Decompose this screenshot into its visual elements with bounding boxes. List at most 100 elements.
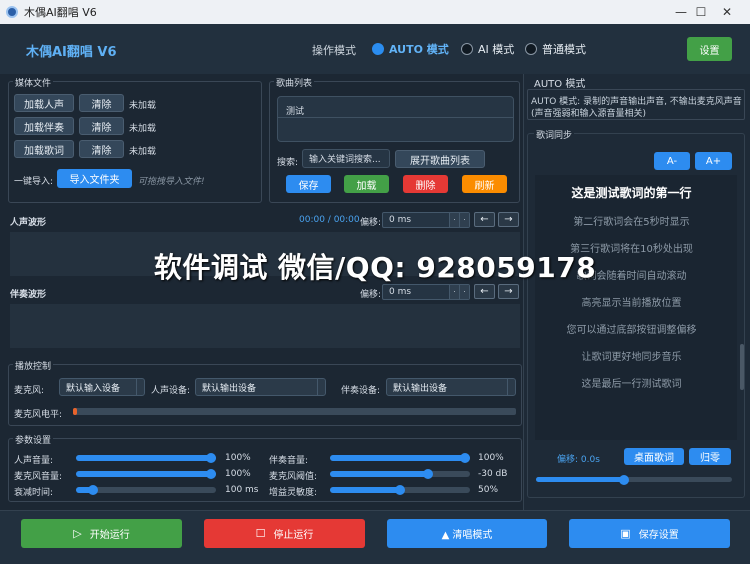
window-title: 木偶AI翻唱 V6 bbox=[24, 6, 97, 19]
load-vocal-button[interactable]: 加载人声 bbox=[14, 94, 74, 112]
font-increase-button[interactable]: A+ bbox=[695, 152, 732, 170]
group-title: 歌曲列表 bbox=[274, 76, 315, 89]
stop-button-label: 停止运行 bbox=[273, 530, 314, 541]
start-button-label: 开始运行 bbox=[89, 530, 130, 541]
clear-vocal-button[interactable]: 清除 bbox=[79, 94, 124, 112]
mode-radio-ai[interactable]: AI 模式 bbox=[461, 41, 514, 57]
accomp-volume-slider[interactable] bbox=[330, 453, 470, 463]
accomp-next-button[interactable]: → bbox=[498, 284, 519, 299]
play-icon: ▷ bbox=[73, 527, 82, 540]
mic-select[interactable]: 默认输入设备 bbox=[59, 378, 145, 396]
accomp-waveform[interactable] bbox=[10, 304, 520, 348]
spin-up-icon[interactable]: · bbox=[459, 285, 469, 299]
mic-volume-slider[interactable] bbox=[76, 469, 216, 479]
song-list-box[interactable]: 测试 bbox=[277, 96, 514, 142]
lyric-offset-slider[interactable] bbox=[536, 475, 732, 485]
select-value: 默认输出设备 bbox=[202, 383, 257, 394]
vocal-next-button[interactable]: → bbox=[498, 212, 519, 227]
clear-lyrics-button[interactable]: 清除 bbox=[79, 140, 124, 158]
mode-radio-normal[interactable]: 普通模式 bbox=[525, 41, 586, 57]
load-lyrics-button[interactable]: 加载歌词 bbox=[14, 140, 74, 158]
accomp-offset-label: 偏移: bbox=[360, 290, 382, 300]
song-list-item[interactable]: 测试 bbox=[286, 104, 304, 117]
lyrics-status: 未加载 bbox=[129, 147, 157, 157]
delete-song-button[interactable]: 删除 bbox=[403, 175, 448, 193]
mic-level-label: 麦克风电平: bbox=[14, 410, 63, 420]
accomp-status: 未加载 bbox=[129, 124, 157, 134]
load-accomp-button[interactable]: 加载伴奏 bbox=[14, 117, 74, 135]
start-button[interactable]: ▷ 开始运行 bbox=[21, 519, 182, 548]
mic-level-fill bbox=[73, 408, 78, 415]
settings-button[interactable]: 设置 bbox=[687, 37, 732, 61]
mic-threshold-slider[interactable] bbox=[330, 469, 470, 479]
param-value: 100% bbox=[225, 453, 251, 463]
slider-handle[interactable] bbox=[395, 485, 405, 495]
stop-icon: ☐ bbox=[255, 527, 266, 540]
group-title: 参数设置 bbox=[13, 433, 54, 446]
param-value: -30 dB bbox=[478, 469, 508, 479]
slider-fill bbox=[76, 455, 216, 461]
spinbox-value: 0 ms bbox=[389, 215, 412, 225]
import-hint: 可拖拽导入文件! bbox=[138, 177, 205, 187]
spin-up-icon[interactable]: · bbox=[459, 213, 469, 227]
group-title: 歌词同步 bbox=[534, 128, 575, 141]
radio-unchecked-icon bbox=[461, 43, 473, 55]
spin-down-icon[interactable]: · bbox=[449, 285, 459, 299]
close-button[interactable]: ✕ bbox=[704, 0, 750, 24]
auto-panel-title: AUTO 模式 bbox=[534, 79, 586, 90]
lyric-line: 第二行歌词会在5秒时显示 bbox=[573, 217, 690, 228]
reset-offset-button[interactable]: 归零 bbox=[689, 448, 731, 465]
accomp-prev-button[interactable]: ← bbox=[474, 284, 495, 299]
mic-level-meter bbox=[73, 408, 516, 415]
lyrics-scrollbar[interactable] bbox=[740, 344, 744, 390]
font-decrease-button[interactable]: A- bbox=[654, 152, 690, 170]
accomp-offset-spinbox[interactable]: 0 ms · · bbox=[382, 284, 470, 300]
param-value: 50% bbox=[478, 485, 499, 495]
radio-checked-icon bbox=[372, 43, 384, 55]
expand-song-list-button[interactable]: 展开歌曲列表 bbox=[395, 150, 485, 168]
vocal-volume-slider[interactable] bbox=[76, 453, 216, 463]
gain-sensitivity-slider[interactable] bbox=[330, 485, 470, 495]
vocal-prev-button[interactable]: ← bbox=[474, 212, 495, 227]
playback-time: 00:00 / 00:00 bbox=[299, 215, 360, 225]
slider-fill bbox=[330, 471, 428, 477]
mode-radio-auto[interactable]: AUTO 模式 bbox=[372, 41, 449, 57]
param-label: 麦克风音量: bbox=[14, 472, 63, 482]
clear-accomp-button[interactable]: 清除 bbox=[79, 117, 124, 135]
slider-handle[interactable] bbox=[206, 453, 216, 463]
slider-handle[interactable] bbox=[423, 469, 433, 479]
auto-panel-desc-line2: (声音强弱和输入源音量相关) bbox=[531, 109, 647, 119]
footer-bar: ▷ 开始运行 ☐ 停止运行 ▲ 清唱模式 ▣ 保存设置 bbox=[0, 510, 750, 564]
import-label: 一键导入: bbox=[14, 177, 54, 187]
save-settings-button[interactable]: ▣ 保存设置 bbox=[569, 519, 730, 548]
app-title: 木偶AI翻唱 V6 bbox=[26, 45, 117, 60]
slider-fill bbox=[330, 487, 400, 493]
param-value: 100% bbox=[478, 453, 504, 463]
select-value: 默认输出设备 bbox=[393, 383, 448, 394]
slider-handle[interactable] bbox=[206, 469, 216, 479]
param-value: 100 ms bbox=[225, 485, 259, 495]
load-song-button[interactable]: 加载 bbox=[344, 175, 389, 193]
desktop-lyrics-button[interactable]: 桌面歌词 bbox=[624, 448, 684, 465]
mode-radio-label: AUTO 模式 bbox=[389, 43, 449, 56]
slider-handle[interactable] bbox=[460, 453, 470, 463]
vocal-offset-spinbox[interactable]: 0 ms · · bbox=[382, 212, 470, 228]
vocal-device-label: 人声设备: bbox=[151, 386, 191, 396]
mode-label: 操作模式 bbox=[312, 44, 356, 57]
import-folder-button[interactable]: 导入文件夹 bbox=[57, 169, 132, 188]
mode-radio-label: AI 模式 bbox=[478, 43, 515, 56]
clean-mode-button[interactable]: ▲ 清唱模式 bbox=[387, 519, 547, 548]
accomp-device-select[interactable]: 默认输出设备 bbox=[386, 378, 516, 396]
save-song-button[interactable]: 保存 bbox=[286, 175, 331, 193]
slider-fill bbox=[536, 477, 625, 482]
refresh-song-button[interactable]: 刷新 bbox=[462, 175, 507, 193]
search-input[interactable]: 输入关键词搜索... bbox=[302, 149, 390, 168]
stop-button[interactable]: ☐ 停止运行 bbox=[204, 519, 365, 548]
lyric-offset-text: 偏移: 0.0s bbox=[557, 455, 600, 465]
vocal-offset-label: 偏移: bbox=[360, 218, 382, 228]
slider-handle[interactable] bbox=[87, 485, 98, 495]
app-header: 木偶AI翻唱 V6 操作模式 AUTO 模式 AI 模式 普通模式 设置 bbox=[0, 24, 750, 74]
spin-down-icon[interactable]: · bbox=[449, 213, 459, 227]
vocal-device-select[interactable]: 默认输出设备 bbox=[195, 378, 326, 396]
decay-time-slider[interactable] bbox=[76, 485, 216, 495]
